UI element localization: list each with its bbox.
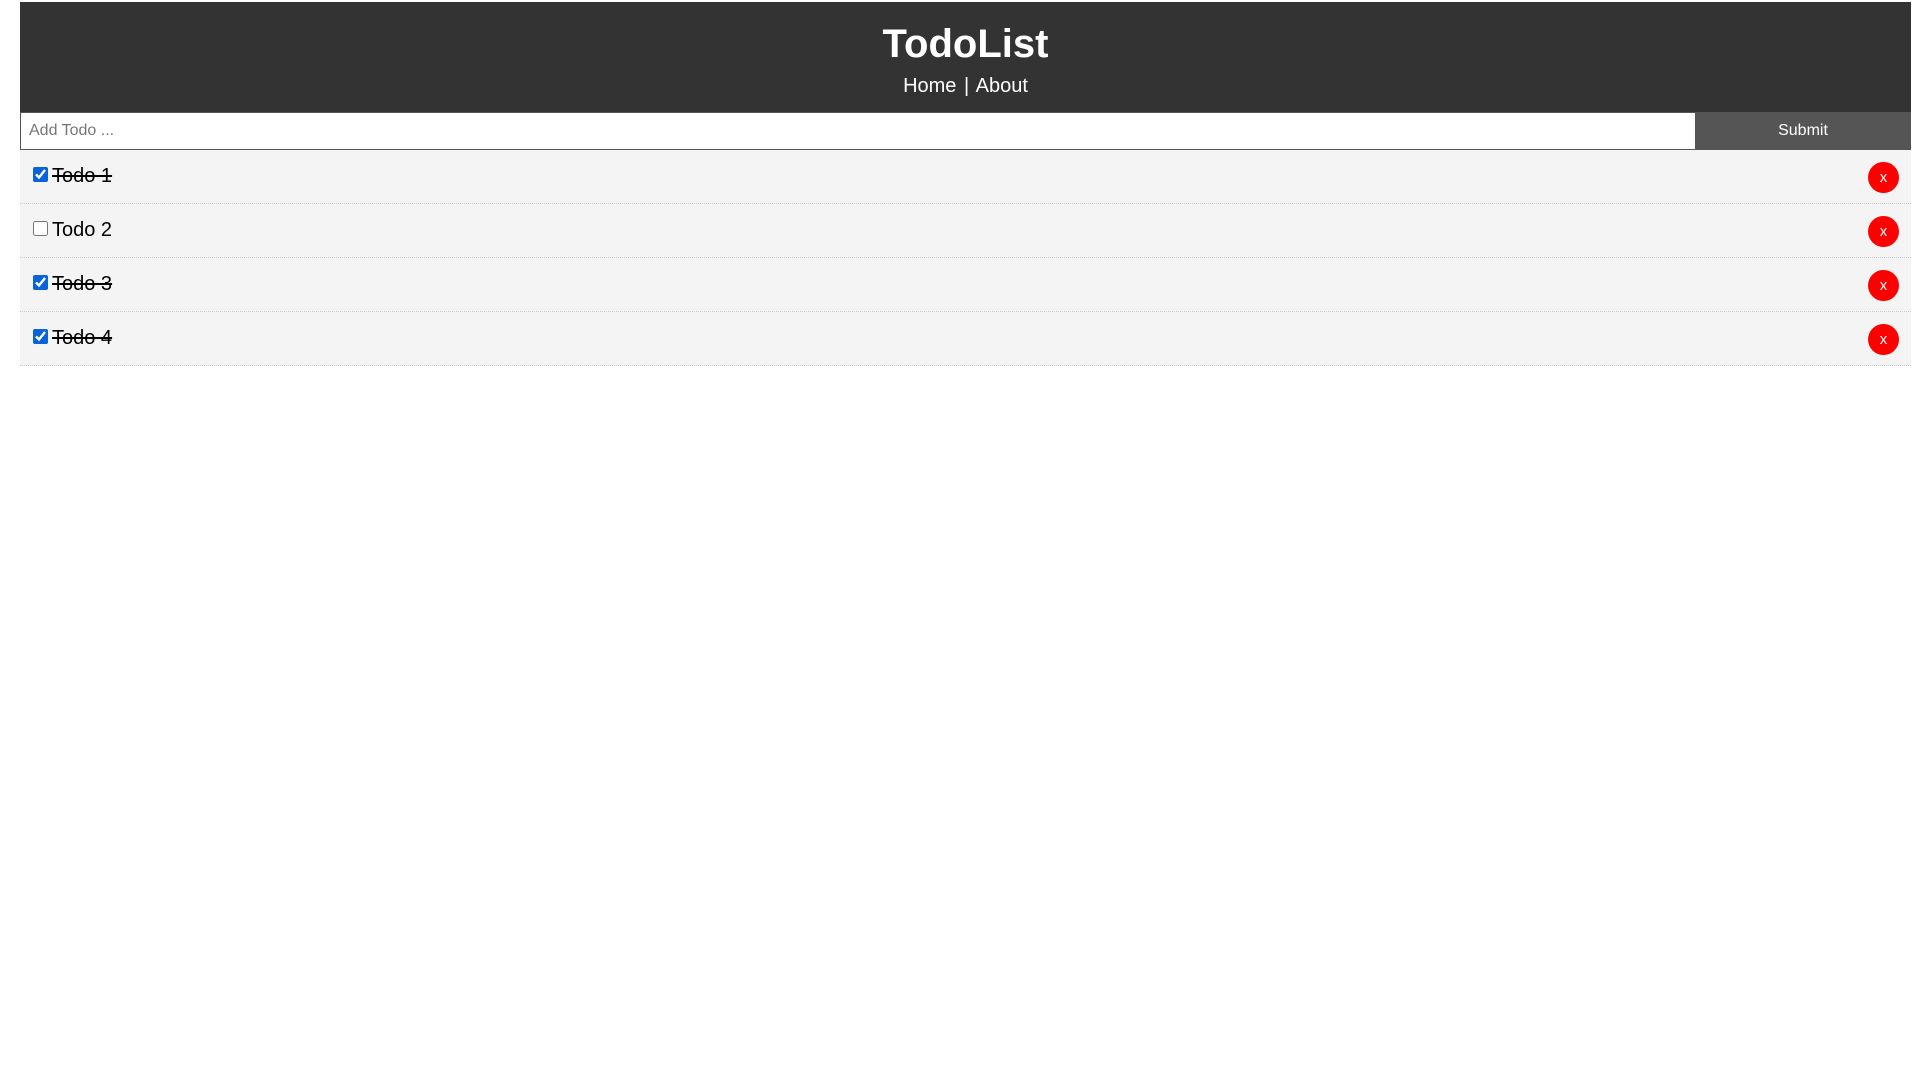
todo-item: Todo 4 x <box>20 312 1911 366</box>
delete-todo-button[interactable]: x <box>1868 323 1899 355</box>
todo-checkbox[interactable] <box>33 167 48 182</box>
delete-todo-button[interactable]: x <box>1868 161 1899 193</box>
todo-checkbox[interactable] <box>33 221 48 236</box>
todo-app: TodoList Home | About Submit Todo 1 x To… <box>20 2 1911 366</box>
todo-checkbox[interactable] <box>33 329 48 344</box>
nav-separator: | <box>964 75 970 97</box>
delete-todo-button[interactable]: x <box>1868 269 1899 301</box>
todo-list: Todo 1 x Todo 2 x Todo 3 x Todo 4 x <box>20 150 1911 366</box>
delete-todo-button[interactable]: x <box>1868 215 1899 247</box>
page-title: TodoList <box>882 22 1049 66</box>
header-nav: Home | About <box>20 74 1911 98</box>
nav-home-link[interactable]: Home <box>903 75 956 97</box>
todo-title: Todo 3 <box>52 272 113 295</box>
todo-title: Todo 4 <box>52 326 113 349</box>
add-todo-form: Submit <box>20 112 1911 150</box>
app-header: TodoList Home | About <box>20 2 1911 112</box>
todo-checkbox[interactable] <box>33 275 48 290</box>
todo-item: Todo 2 x <box>20 204 1911 258</box>
todo-item: Todo 1 x <box>20 150 1911 204</box>
todo-title: Todo 1 <box>52 164 113 187</box>
add-todo-input[interactable] <box>20 112 1695 150</box>
nav-about-link[interactable]: About <box>976 75 1028 97</box>
todo-item: Todo 3 x <box>20 258 1911 312</box>
submit-button[interactable]: Submit <box>1695 112 1911 150</box>
todo-title: Todo 2 <box>52 218 113 241</box>
